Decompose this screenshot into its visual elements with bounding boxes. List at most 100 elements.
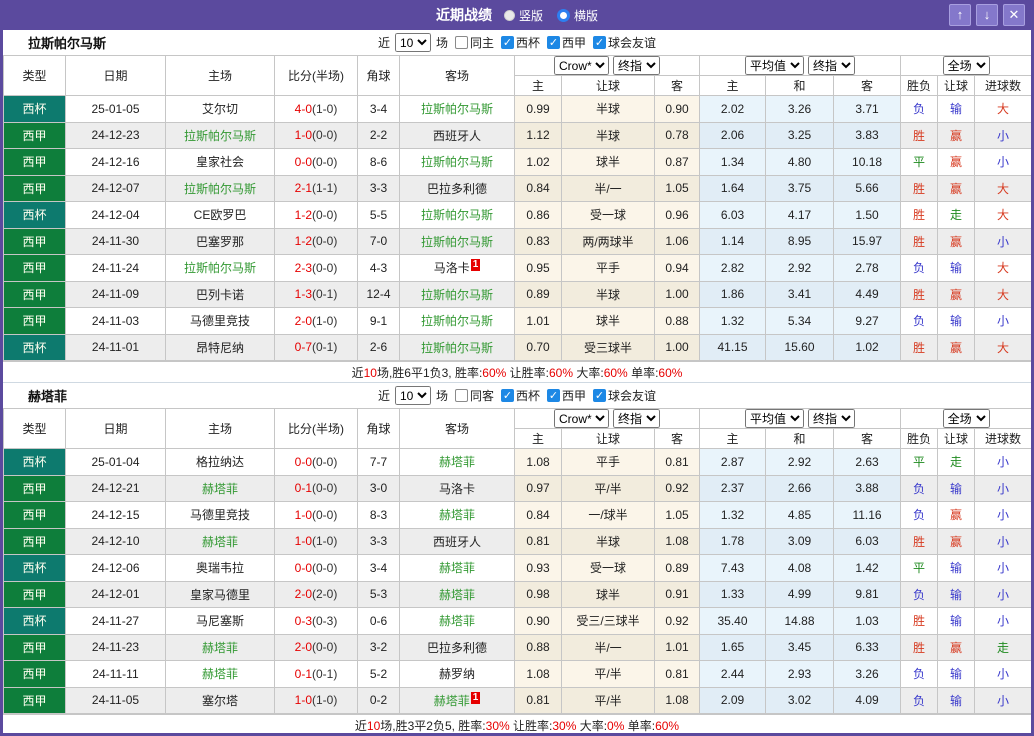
avg-draw-odds: 4.17 (765, 201, 835, 229)
average-select[interactable]: 平均值 (745, 409, 805, 428)
league-cup-checkbox[interactable]: ✓ 西杯 (501, 34, 540, 51)
half-time-score: (0-0) (312, 481, 338, 496)
checkbox-checked-icon[interactable]: ✓ (593, 389, 607, 402)
full-time-score: 2-3 (294, 260, 312, 275)
match-count-select[interactable]: 10 (394, 386, 431, 405)
date-cell: 24-12-10 (65, 527, 166, 555)
away-team: 拉斯帕尔马斯 (420, 208, 493, 223)
handicap-away-odds: 1.00 (653, 333, 701, 361)
handicap-line: 平/半 (561, 474, 655, 502)
checkbox-checked-icon[interactable]: ✓ (501, 389, 514, 402)
home-team: 赫塔菲 (201, 534, 238, 549)
corner-cell: 3-4 (357, 95, 400, 123)
date-cell: 24-11-23 (65, 633, 166, 661)
move-up-button[interactable]: ↑ (949, 4, 971, 26)
bookmaker-select[interactable]: Crow* (554, 409, 609, 428)
league-type-cell: 西甲 (3, 474, 66, 502)
corner-cell: 7-0 (357, 227, 400, 255)
away-team: 西班牙人 (432, 128, 481, 143)
handicap-home-odds: 0.84 (514, 174, 562, 202)
same-away-checkbox[interactable]: 同客 (454, 387, 494, 404)
radio-unselected-icon[interactable] (503, 9, 515, 21)
full-match-group: 全场 (900, 408, 1031, 429)
col-handicap-home: 主 (514, 75, 562, 96)
date-cell: 24-12-06 (65, 554, 166, 582)
col-type: 类型 (3, 408, 66, 449)
handicap-result: 赢 (937, 174, 976, 202)
final-odds-select[interactable]: 终指 (808, 409, 856, 428)
average-select[interactable]: 平均值 (745, 56, 805, 75)
date-cell: 24-11-11 (65, 660, 166, 688)
league-liga-checkbox[interactable]: ✓ 西甲 (547, 34, 586, 51)
col-away: 客场 (399, 55, 515, 96)
final-odds-select[interactable]: 终指 (613, 56, 660, 75)
win-draw-loss-result: 胜 (900, 633, 939, 661)
goals-result: 大 (974, 95, 1031, 123)
avg-away-odds: 1.42 (833, 554, 902, 582)
match-row: 西甲 24-12-15 马德里竞技 1-0(0-0) 8-3 赫塔菲 0.84 … (3, 501, 1031, 529)
handicap-result: 走 (937, 448, 976, 476)
bookmaker-select[interactable]: Crow* (554, 56, 609, 75)
half-time-score: (0-0) (312, 507, 338, 522)
away-team: 马洛卡 (433, 261, 470, 276)
handicap-home-odds: 0.90 (514, 607, 562, 635)
checkbox-checked-icon[interactable]: ✓ (593, 36, 607, 49)
full-match-select[interactable]: 全场 (942, 56, 990, 75)
games-label: 场 (435, 389, 448, 403)
checkbox-checked-icon[interactable]: ✓ (547, 36, 561, 49)
close-button[interactable]: ✕ (1003, 4, 1025, 26)
radio-vertical-layout[interactable]: 竖版 (503, 7, 543, 24)
league-friendly-checkbox[interactable]: ✓ 球会友谊 (593, 34, 656, 51)
handicap-away-odds: 0.81 (653, 448, 701, 476)
league-type-cell: 西杯 (3, 333, 66, 361)
home-team-cell: 塞尔塔 (165, 686, 275, 714)
home-team: 巴列卡诺 (195, 287, 244, 302)
match-row: 西杯 24-12-04 CE欧罗巴 1-2(0-0) 5-5 拉斯帕尔马斯 0.… (3, 201, 1031, 229)
checkbox-unchecked-icon[interactable] (454, 389, 468, 402)
date-cell: 24-12-16 (65, 148, 166, 176)
goals-result: 小 (974, 580, 1031, 608)
match-row: 西甲 24-11-05 塞尔塔 1-0(1-0) 0-2 赫塔菲 1 0.81 平… (3, 686, 1031, 714)
handicap-away-odds: 1.08 (653, 686, 701, 714)
date-cell: 24-11-03 (65, 307, 166, 335)
away-team-cell: 赫塔菲 (399, 554, 515, 582)
corner-cell: 8-6 (357, 148, 400, 176)
full-match-select[interactable]: 全场 (942, 409, 990, 428)
handicap-line: 球半 (561, 148, 655, 176)
handicap-result: 走 (937, 201, 976, 229)
handicap-result: 赢 (937, 121, 976, 149)
match-count-select[interactable]: 10 (394, 33, 431, 52)
goals-result: 小 (974, 307, 1031, 335)
match-row: 西甲 24-11-03 马德里竞技 2-0(1-0) 9-1 拉斯帕尔马斯 1.… (3, 307, 1031, 335)
away-team-cell: 巴拉多利德 (399, 633, 515, 661)
half-time-score: (0-0) (312, 234, 338, 249)
score-cell: 4-0(1-0) (274, 95, 358, 123)
half-time-score: (0-0) (312, 154, 338, 169)
league-cup-checkbox[interactable]: ✓ 西杯 (501, 387, 540, 404)
handicap-away-odds: 0.94 (653, 254, 701, 282)
win-draw-loss-result: 胜 (900, 333, 939, 361)
same-home-checkbox[interactable]: 同主 (454, 34, 494, 51)
win-draw-loss-result: 胜 (900, 174, 939, 202)
handicap-home-odds: 0.88 (514, 633, 562, 661)
checkbox-unchecked-icon[interactable] (454, 36, 468, 49)
goals-result: 大 (974, 333, 1031, 361)
away-team-cell: 马洛卡 1 (399, 254, 515, 282)
radio-selected-icon[interactable] (557, 8, 570, 22)
goals-result: 小 (974, 607, 1031, 635)
radio-horizontal-label: 横版 (574, 8, 599, 23)
avg-draw-odds: 14.88 (765, 607, 835, 635)
handicap-home-odds: 1.02 (514, 148, 562, 176)
final-odds-select[interactable]: 终指 (613, 409, 660, 428)
date-cell: 24-11-30 (65, 227, 166, 255)
league-liga-checkbox[interactable]: ✓ 西甲 (547, 387, 586, 404)
full-time-score: 2-0 (294, 587, 312, 602)
league-friendly-checkbox[interactable]: ✓ 球会友谊 (593, 387, 656, 404)
move-down-button[interactable]: ↓ (976, 4, 998, 26)
half-time-score: (1-1) (312, 181, 338, 196)
radio-horizontal-layout[interactable]: 横版 (557, 7, 598, 24)
checkbox-checked-icon[interactable]: ✓ (547, 389, 561, 402)
final-odds-select[interactable]: 终指 (808, 56, 856, 75)
checkbox-checked-icon[interactable]: ✓ (501, 36, 514, 49)
away-team: 拉斯帕尔马斯 (420, 102, 493, 117)
